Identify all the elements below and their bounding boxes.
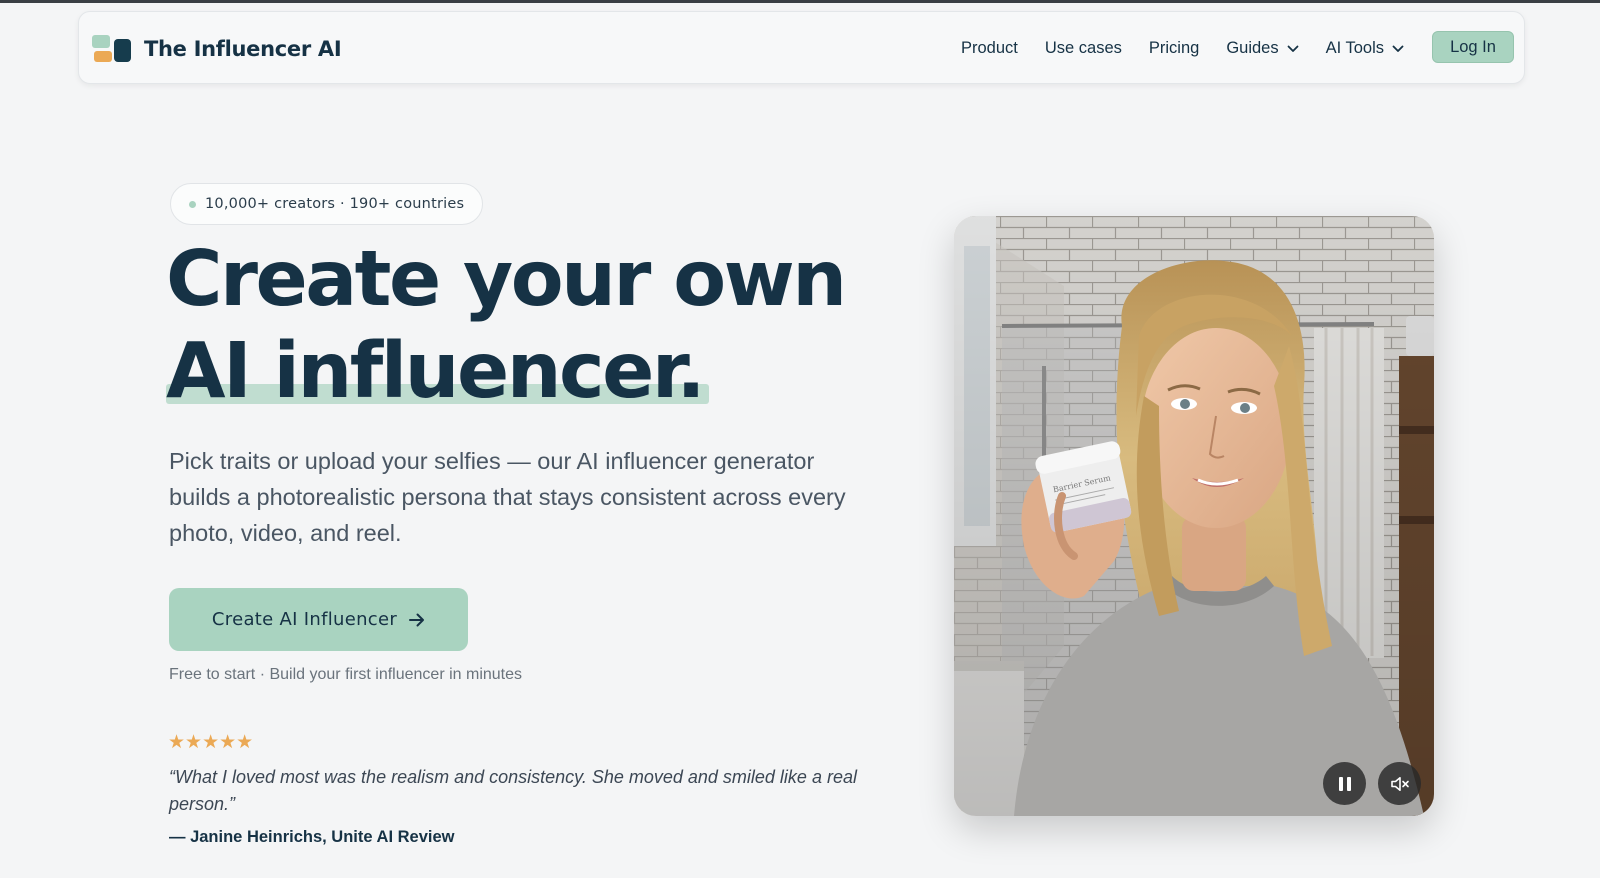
nav-link-label: Use cases <box>1044 39 1122 57</box>
nav-link-pricing[interactable]: Pricing <box>1149 39 1199 58</box>
headline-line-1: Create your own <box>166 235 847 324</box>
social-proof-badge: 10,000+ creators · 190+ countries <box>170 183 484 225</box>
brand-name: The Influencer AI <box>144 37 342 61</box>
nav-dropdown-ai-tools[interactable]: AI Tools <box>1326 39 1404 58</box>
nav-link-label: Product <box>960 39 1018 57</box>
nav-link-use-cases[interactable]: Use cases <box>1045 39 1122 58</box>
hero-video[interactable]: Barrier Serum <box>954 216 1434 816</box>
speaker-muted-icon <box>1390 776 1409 791</box>
navbar: The Influencer AI Product Use cases Pric… <box>78 11 1525 84</box>
rating-stars: ★★★★★ <box>168 731 254 753</box>
headline-line-2-text: AI influencer. <box>166 327 706 416</box>
testimonial-author: — Janine Heinrichs, Unite AI Review <box>169 828 455 846</box>
hero-subtitle: Pick traits or upload your selfies — our… <box>169 448 846 546</box>
nav-link-label: Pricing <box>1148 39 1200 57</box>
badge-text: 10,000+ creators · 190+ countries <box>205 196 465 212</box>
window-top-border <box>0 0 1600 3</box>
headline-line-2: AI influencer. <box>166 326 710 418</box>
mute-button[interactable] <box>1378 762 1421 805</box>
hero-headline: Create your own AI influencer. <box>166 234 847 418</box>
create-ai-influencer-button[interactable]: Create AI Influencer <box>169 588 468 651</box>
pause-icon <box>1338 776 1351 791</box>
chevron-down-icon <box>1392 45 1404 53</box>
arrow-right-icon <box>409 613 425 627</box>
brand-logo[interactable]: The Influencer AI <box>92 35 342 63</box>
star-icon: ★★★★★ <box>168 731 254 753</box>
nav-link-label: AI Tools <box>1325 39 1384 57</box>
logo-icon <box>92 35 132 63</box>
nav-dropdown-guides[interactable]: Guides <box>1226 39 1298 58</box>
status-dot-icon <box>189 200 196 208</box>
nav-link-label: Guides <box>1226 39 1279 57</box>
nav-link-product[interactable]: Product <box>961 39 1018 58</box>
free-note: Free to start · Build your first influen… <box>169 666 523 683</box>
chevron-down-icon <box>1287 45 1299 53</box>
pause-button[interactable] <box>1323 762 1366 805</box>
testimonial-quote: “What I loved most was the realism and c… <box>169 767 857 814</box>
login-button[interactable]: Log In <box>1432 31 1514 63</box>
cta-label: Create AI Influencer <box>211 609 398 630</box>
main-nav: Product Use cases Pricing Guides AI Tool… <box>934 12 1404 85</box>
video-frame: Barrier Serum <box>954 216 1434 816</box>
